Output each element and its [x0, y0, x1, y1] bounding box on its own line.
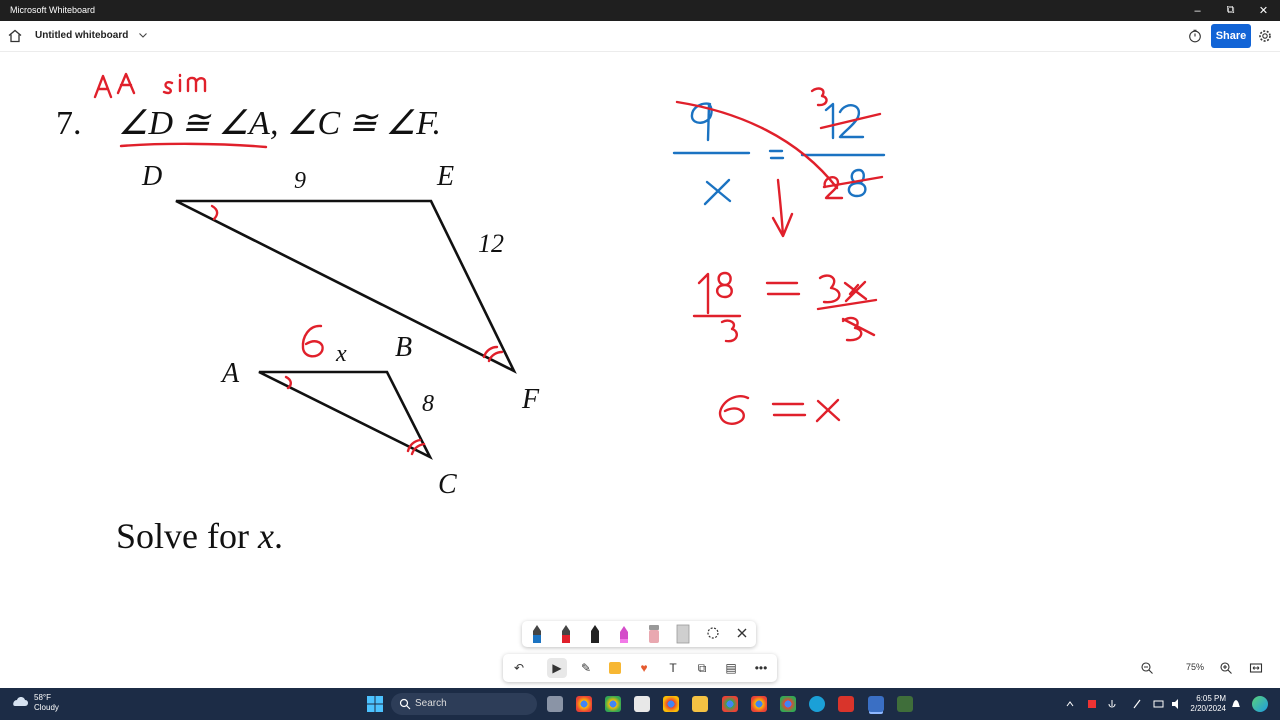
- select-tool-icon[interactable]: ▶: [547, 658, 567, 678]
- side-label-bc: 8: [422, 391, 434, 417]
- zoom-level[interactable]: 75%: [1175, 662, 1215, 672]
- chrome-profile-icon[interactable]: [605, 696, 621, 712]
- copilot-icon[interactable]: [1252, 696, 1268, 712]
- text-tool-icon[interactable]: T: [663, 658, 683, 678]
- ruler-icon[interactable]: [676, 624, 690, 644]
- whiteboard-app-icon[interactable]: [868, 696, 884, 712]
- weather-widget[interactable]: 58°F Cloudy: [10, 693, 59, 713]
- windows-start-icon[interactable]: [367, 696, 383, 712]
- search-label: Search: [415, 698, 447, 709]
- task-view-icon[interactable]: [547, 696, 563, 712]
- canvas-drawing: 7. ∠D ≅ ∠A , ∠C ≅ ∠F. D E F 9 12 A B C x…: [56, 72, 886, 556]
- more-options-icon[interactable]: •••: [751, 658, 771, 678]
- restore-button[interactable]: ⧉: [1214, 0, 1247, 21]
- search-icon: [399, 698, 411, 710]
- lasso-select-icon[interactable]: [707, 627, 719, 639]
- chrome-third-icon[interactable]: [751, 696, 767, 712]
- file-explorer-icon[interactable]: [692, 696, 708, 712]
- sticky-note-icon[interactable]: [605, 658, 625, 678]
- fit-to-screen-icon[interactable]: [1249, 661, 1263, 675]
- close-window-button[interactable]: ✕: [1247, 0, 1280, 21]
- angle-mark-d: [210, 204, 219, 221]
- timer-icon[interactable]: [1188, 29, 1202, 43]
- vertex-label-e: E: [436, 161, 454, 192]
- app-header: Untitled whiteboard Share: [0, 21, 1280, 52]
- cloud-icon: [13, 697, 28, 706]
- pen-tool-icon[interactable]: ✎: [576, 658, 596, 678]
- congruence-statement-1: ∠D ≅ ∠A: [118, 105, 270, 142]
- shapes-icon[interactable]: ⧉: [692, 658, 712, 678]
- window-titlebar: Microsoft Whiteboard – ⧉ ✕: [0, 0, 1280, 21]
- pen-tray-tools: [533, 624, 747, 644]
- vertex-label-c: C: [438, 469, 457, 500]
- vertex-label-a: A: [220, 358, 240, 389]
- angle-mark-f: [482, 345, 504, 363]
- zoom-in-icon[interactable]: [1219, 661, 1233, 675]
- chrome-second-icon[interactable]: [722, 696, 738, 712]
- vertex-label-b: B: [395, 332, 412, 363]
- highlighter-icon[interactable]: [620, 626, 628, 643]
- snipping-tool-icon[interactable]: [634, 696, 650, 712]
- clock-time: 6:05 PM: [1196, 694, 1226, 703]
- blue-pen-icon[interactable]: [533, 625, 541, 643]
- pen-tray: [522, 621, 756, 647]
- handwritten-aa-sim: [93, 72, 207, 99]
- taskbar-search[interactable]: Search: [391, 693, 537, 715]
- window-controls: – ⧉ ✕: [1181, 0, 1280, 21]
- system-tray-icons[interactable]: [1064, 698, 1194, 710]
- notification-bell-icon[interactable]: [1230, 697, 1242, 711]
- instruction-text: Solve for x.: [116, 516, 283, 556]
- whiteboard-canvas[interactable]: 7. ∠D ≅ ∠A , ∠C ≅ ∠F. D E F 9 12 A B C x…: [0, 52, 1280, 688]
- chrome-window-icon[interactable]: [663, 696, 679, 712]
- undo-icon[interactable]: ↶: [509, 658, 529, 678]
- zoom-out-icon[interactable]: [1140, 661, 1154, 675]
- handwritten-six-on-side: [301, 324, 324, 358]
- window-title: Microsoft Whiteboard: [10, 5, 96, 15]
- weather-condition: Cloudy: [34, 703, 59, 712]
- home-icon[interactable]: [7, 28, 23, 44]
- vertex-label-f: F: [521, 384, 540, 415]
- underline-stroke: [119, 142, 268, 149]
- vertex-label-d: D: [141, 161, 162, 192]
- chevron-down-icon[interactable]: [138, 30, 148, 40]
- side-label-ab: x: [335, 341, 347, 367]
- share-button[interactable]: Share: [1211, 24, 1251, 48]
- eraser-icon[interactable]: [649, 625, 659, 643]
- congruence-statement-2: , ∠C ≅ ∠F.: [270, 105, 441, 142]
- minimize-button[interactable]: –: [1181, 0, 1214, 21]
- zoom-controls: 75%: [1132, 657, 1272, 679]
- chrome-icon[interactable]: [576, 696, 592, 712]
- windows-taskbar: 58°F Cloudy Search 6:05 PM 2/20/2024: [0, 688, 1280, 720]
- clock-date: 2/20/2024: [1190, 704, 1226, 713]
- board-title[interactable]: Untitled whiteboard: [35, 30, 128, 41]
- close-tray-icon[interactable]: [737, 628, 747, 638]
- weather-temperature: 58°F: [34, 693, 51, 702]
- bottom-toolbar: ↶ ▶ ✎ ♥ T ⧉ ▤ •••: [503, 654, 777, 682]
- black-pen-icon[interactable]: [591, 625, 599, 643]
- red-pen-icon[interactable]: [562, 625, 570, 643]
- pinned-app-icon[interactable]: [897, 696, 913, 712]
- acrobat-icon[interactable]: [838, 696, 854, 712]
- taskbar-clock[interactable]: 6:05 PM 2/20/2024: [1186, 694, 1226, 714]
- side-label-ef: 12: [478, 229, 504, 258]
- problem-number: 7.: [56, 105, 82, 142]
- templates-icon[interactable]: ▤: [721, 658, 741, 678]
- gear-icon[interactable]: [1258, 29, 1272, 43]
- triangle-abc[interactable]: [258, 370, 433, 460]
- reactions-icon[interactable]: ♥: [634, 658, 654, 678]
- side-label-de: 9: [294, 168, 306, 194]
- chrome-fourth-icon[interactable]: [780, 696, 796, 712]
- edge-icon[interactable]: [809, 696, 825, 712]
